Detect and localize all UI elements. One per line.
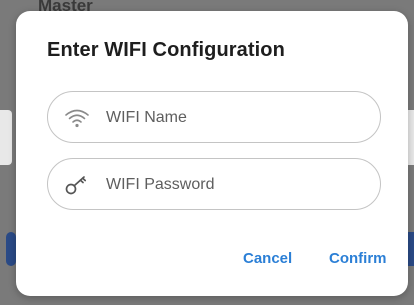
background-card [0, 110, 12, 165]
wifi-password-input[interactable] [106, 173, 366, 197]
key-icon [64, 172, 90, 198]
confirm-button[interactable]: Confirm [329, 250, 387, 267]
wifi-name-field[interactable] [47, 91, 381, 143]
wifi-name-input[interactable] [106, 106, 366, 130]
background-button [6, 232, 16, 266]
dialog-title: Enter WIFI Configuration [47, 39, 285, 61]
wifi-config-dialog: Enter WIFI Configuration Cancel Confirm [16, 11, 408, 296]
wifi-icon [64, 105, 90, 131]
wifi-password-field[interactable] [47, 158, 381, 210]
cancel-button[interactable]: Cancel [243, 250, 292, 267]
